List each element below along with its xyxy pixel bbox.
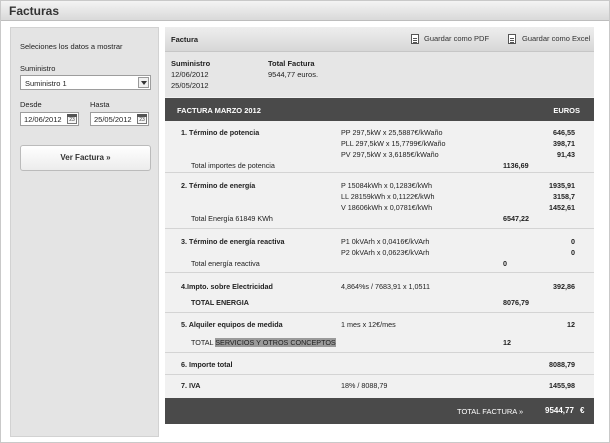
subtotal-label-highlight: SERVICIOS Y OTROS CONCEPTOS xyxy=(215,338,336,347)
line-desc: 1 mes x 12€/mes xyxy=(341,320,396,329)
line-amount: 91,43 xyxy=(557,150,575,159)
line-amount: 0 xyxy=(571,248,575,257)
pdf-icon[interactable] xyxy=(411,34,419,44)
line-amount: 3158,7 xyxy=(553,192,575,201)
line-desc: P1 0kVArh x 0,0416€/kVArh xyxy=(341,237,430,246)
suministro-select-value: Suministro 1 xyxy=(25,79,67,88)
section-title: 2. Término de energía xyxy=(181,181,256,190)
total-factura-value: 9544,77 xyxy=(545,406,574,415)
sidebar-heading: Seleciones los datos a mostrar xyxy=(20,42,123,51)
line-desc: P2 0kVArh x 0,0623€/kVArh xyxy=(341,248,430,257)
save-pdf-link[interactable]: Guardar como PDF xyxy=(424,34,489,43)
section-title: 7. IVA xyxy=(181,381,201,390)
subtotal-label: Total Energía 61849 KWh xyxy=(191,214,273,223)
total-factura-label: TOTAL FACTURA » xyxy=(457,407,524,416)
section-impuesto: 4.Impto. sobre Electricidad 4,864%s / 76… xyxy=(165,273,594,313)
filter-sidebar: Seleciones los datos a mostrar Suministr… xyxy=(10,27,159,437)
title-bar: Facturas xyxy=(1,1,609,21)
subtotal-value: 6547,22 xyxy=(503,214,529,223)
hasta-label: Hasta xyxy=(90,100,110,109)
section-title: 1. Término de potencia xyxy=(181,128,260,137)
subtotal-label: Total energía reactiva xyxy=(191,259,260,268)
subtotal-label: TOTAL ENERGIA xyxy=(191,298,249,307)
section-title: 6. Importe total xyxy=(181,360,233,369)
desde-date-value: 12/06/2012 xyxy=(24,115,62,124)
hasta-date-value: 25/05/2012 xyxy=(94,115,132,124)
summary-date-2: 25/05/2012 xyxy=(171,81,209,90)
summary-date-1: 12/06/2012 xyxy=(171,70,209,79)
subtotal-label-prefix: TOTAL xyxy=(191,338,216,347)
summary-suministro-label: Suministro xyxy=(171,59,211,68)
section-iva: 7. IVA 18% / 8088,79 1455,98 xyxy=(165,375,594,398)
line-desc: P 15084kWh x 0,1283€/kWh xyxy=(341,181,432,190)
subtotal-value: 0 xyxy=(503,259,507,268)
line-amount: 398,71 xyxy=(553,139,575,148)
summary-total-label: Total Factura xyxy=(268,59,315,68)
line-amount: 1455,98 xyxy=(549,381,575,390)
subtotal-value: 1136,69 xyxy=(503,161,529,170)
line-amount: 646,55 xyxy=(553,128,575,137)
window-title: Facturas xyxy=(9,4,60,18)
invoice-panel: Factura Guardar como PDF Guardar como Ex… xyxy=(165,27,594,424)
calendar-icon[interactable]: 23 xyxy=(67,114,77,124)
line-desc: PP 297,5kW x 25,5887€/kWaño xyxy=(341,128,443,137)
excel-icon[interactable] xyxy=(508,34,516,44)
subtotal-label: TOTAL SERVICIOS Y OTROS CONCEPTOS xyxy=(191,338,336,347)
ver-factura-button[interactable]: Ver Factura » xyxy=(20,145,151,171)
chevron-down-icon[interactable] xyxy=(138,77,149,88)
line-amount: 392,86 xyxy=(553,282,575,291)
section-title: 5. Alquiler equipos de medida xyxy=(181,320,283,329)
line-desc: PV 297,5kW x 3,6185€/kWaño xyxy=(341,150,439,159)
factura-label: Factura xyxy=(171,35,199,44)
window: Facturas Seleciones los datos a mostrar … xyxy=(0,0,610,443)
line-desc: 18% / 8088,79 xyxy=(341,381,388,390)
section-title: 3. Término de energía reactiva xyxy=(181,237,285,246)
subtotal-label: Total importes de potencia xyxy=(191,161,275,170)
invoice-table-header: FACTURA MARZO 2012 EUROS xyxy=(165,98,594,121)
save-excel-link[interactable]: Guardar como Excel xyxy=(522,34,590,43)
summary-total-value: 9544,77 euros. xyxy=(268,70,319,79)
invoice-header-bar: Factura Guardar como PDF Guardar como Ex… xyxy=(165,27,594,52)
section-energia: 2. Término de energía P 15084kWh x 0,128… xyxy=(165,173,594,229)
section-importe-total: 6. Importe total 8088,79 xyxy=(165,353,594,375)
section-potencia: 1. Término de potencia PP 297,5kW x 25,5… xyxy=(165,121,594,173)
section-reactiva: 3. Término de energía reactiva P1 0kVArh… xyxy=(165,229,594,273)
subtotal-value: 12 xyxy=(503,338,511,347)
desde-date-field[interactable]: 12/06/2012 23 xyxy=(20,112,79,126)
line-amount: 12 xyxy=(567,320,575,329)
line-desc: LL 28159kWh x 0,1122€/kWh xyxy=(341,192,435,201)
suministro-select[interactable]: Suministro 1 xyxy=(20,75,151,90)
section-alquiler: 5. Alquiler equipos de medida 1 mes x 12… xyxy=(165,313,594,353)
currency-column-label: EUROS xyxy=(553,106,580,115)
line-amount: 1452,61 xyxy=(549,203,575,212)
line-amount: 1935,91 xyxy=(549,181,575,190)
line-amount: 0 xyxy=(571,237,575,246)
line-desc: V 18606kWh x 0,0781€/kWh xyxy=(341,203,433,212)
line-desc: 4,864%s / 7683,91 x 1,0511 xyxy=(341,282,430,291)
calendar-icon[interactable]: 23 xyxy=(137,114,147,124)
invoice-title: FACTURA MARZO 2012 xyxy=(177,106,261,115)
invoice-summary-area: Factura Guardar como PDF Guardar como Ex… xyxy=(165,27,594,97)
hasta-date-field[interactable]: 25/05/2012 23 xyxy=(90,112,149,126)
desde-label: Desde xyxy=(20,100,42,109)
section-title: 4.Impto. sobre Electricidad xyxy=(181,282,273,291)
subtotal-value: 8076,79 xyxy=(503,298,529,307)
suministro-label: Suministro xyxy=(20,64,56,73)
invoice-total-footer: TOTAL FACTURA » 9544,77 € xyxy=(165,398,594,424)
euro-symbol: € xyxy=(580,406,585,415)
line-desc: PLL 297,5kW x 15,7799€/kWaño xyxy=(341,139,446,148)
line-amount: 8088,79 xyxy=(549,360,575,369)
